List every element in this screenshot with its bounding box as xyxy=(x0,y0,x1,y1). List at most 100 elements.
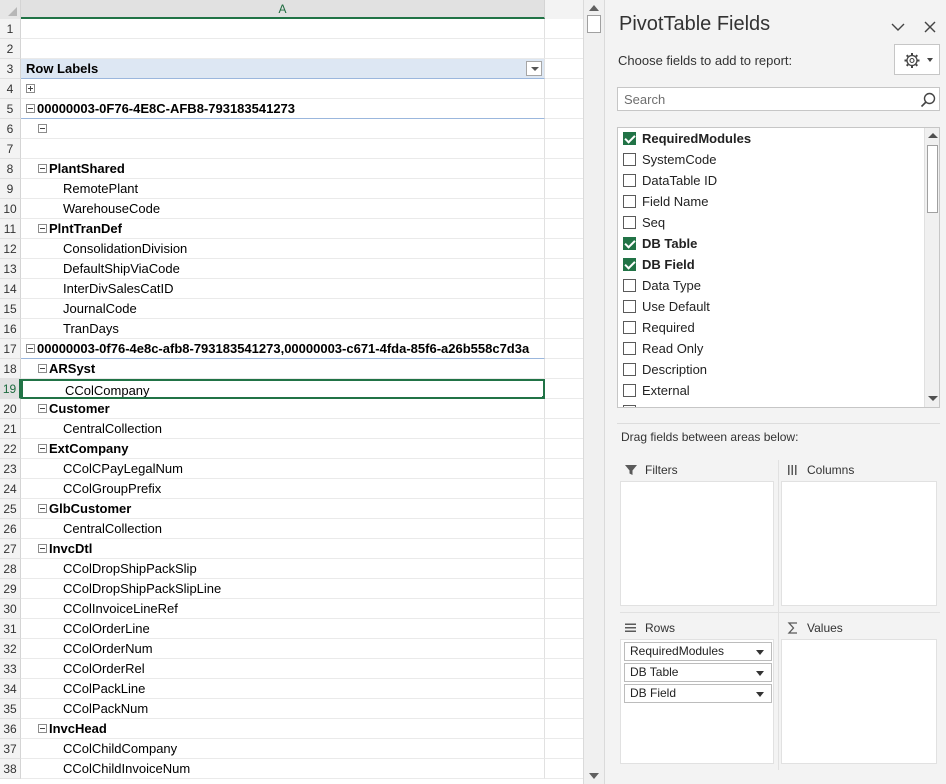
row-number[interactable]: 32 xyxy=(0,639,21,659)
filters-drop-area[interactable] xyxy=(620,481,774,606)
field-item-partial[interactable] xyxy=(618,401,924,407)
row-number[interactable]: 24 xyxy=(0,479,21,499)
field-layout-settings-button[interactable] xyxy=(894,44,940,75)
pivot-module-row[interactable]: 00000003-0f76-4e8c-afb8-793183541273,000… xyxy=(21,339,545,359)
row-field-pill[interactable]: RequiredModules xyxy=(624,642,772,661)
field-item[interactable]: Seq xyxy=(618,212,924,233)
cell-b9[interactable] xyxy=(545,179,583,199)
pivot-table-row[interactable]: PlantShared xyxy=(21,159,545,179)
row-number[interactable]: 11 xyxy=(0,219,21,239)
scroll-up-arrow-icon[interactable] xyxy=(928,132,938,140)
row-number[interactable]: 7 xyxy=(0,139,21,159)
pivot-field-row[interactable]: CColOrderLine xyxy=(21,619,545,639)
rows-drop-area[interactable]: RequiredModules DB Table DB Field xyxy=(620,639,774,764)
cell-b33[interactable] xyxy=(545,659,583,679)
pivot-field-row[interactable]: CColPackLine xyxy=(21,679,545,699)
pivot-table-row[interactable]: InvcDtl xyxy=(21,539,545,559)
row-number[interactable]: 15 xyxy=(0,299,21,319)
checkbox[interactable] xyxy=(623,321,636,334)
cell-b11[interactable] xyxy=(545,219,583,239)
checkbox[interactable] xyxy=(623,258,636,271)
cell-b29[interactable] xyxy=(545,579,583,599)
pane-divider[interactable] xyxy=(617,423,940,424)
active-cell[interactable]: CColCompany xyxy=(21,379,545,399)
checkbox[interactable] xyxy=(623,132,636,145)
pivot-field-row[interactable]: CColGroupPrefix xyxy=(21,479,545,499)
field-item[interactable]: Required xyxy=(618,317,924,338)
close-pane-button[interactable] xyxy=(921,18,939,36)
cell-b38[interactable] xyxy=(545,759,583,779)
row-number[interactable]: 9 xyxy=(0,179,21,199)
cell-b26[interactable] xyxy=(545,519,583,539)
row-number[interactable]: 5 xyxy=(0,99,21,119)
checkbox[interactable] xyxy=(623,237,636,250)
field-item[interactable]: External xyxy=(618,380,924,401)
field-item[interactable]: Read Only xyxy=(618,338,924,359)
row-number[interactable]: 2 xyxy=(0,39,21,59)
checkbox[interactable] xyxy=(623,342,636,355)
pivot-field-row[interactable]: CColChildInvoiceNum xyxy=(21,759,545,779)
row-field-pill[interactable]: DB Field xyxy=(624,684,772,703)
pivot-field-row[interactable] xyxy=(21,139,545,159)
scroll-down-arrow-icon[interactable] xyxy=(928,394,938,402)
cell-b28[interactable] xyxy=(545,559,583,579)
cell-a4[interactable] xyxy=(21,79,545,99)
pivot-table-row[interactable]: ARSyst xyxy=(21,359,545,379)
checkbox[interactable] xyxy=(623,216,636,229)
field-item[interactable]: Use Default xyxy=(618,296,924,317)
cell-b12[interactable] xyxy=(545,239,583,259)
pivot-field-row[interactable]: InterDivSalesCatID xyxy=(21,279,545,299)
cell-b30[interactable] xyxy=(545,599,583,619)
row-number[interactable]: 26 xyxy=(0,519,21,539)
cell-a2[interactable] xyxy=(21,39,545,59)
pivot-field-row[interactable]: CColOrderNum xyxy=(21,639,545,659)
pivot-field-row[interactable]: CColDropShipPackSlip xyxy=(21,559,545,579)
row-number[interactable]: 23 xyxy=(0,459,21,479)
pivot-table-row[interactable]: ExtCompany xyxy=(21,439,545,459)
row-number[interactable]: 6 xyxy=(0,119,21,139)
expand-icon[interactable] xyxy=(26,84,35,94)
collapse-icon[interactable] xyxy=(38,724,47,734)
cell-b15[interactable] xyxy=(545,299,583,319)
pivot-field-row[interactable]: CentralCollection xyxy=(21,519,545,539)
cell-b16[interactable] xyxy=(545,319,583,339)
row-field-pill[interactable]: DB Table xyxy=(624,663,772,682)
cell-a1[interactable] xyxy=(21,19,545,39)
row-number[interactable]: 4 xyxy=(0,79,21,99)
row-number[interactable]: 8 xyxy=(0,159,21,179)
checkbox[interactable] xyxy=(623,405,636,407)
field-list-scrollbar[interactable] xyxy=(924,128,939,407)
collapse-icon[interactable] xyxy=(38,444,47,454)
scroll-up-arrow-icon[interactable] xyxy=(588,2,600,14)
field-item[interactable]: SystemCode xyxy=(618,149,924,170)
row-number[interactable]: 36 xyxy=(0,719,21,739)
cell-b5[interactable] xyxy=(545,99,583,119)
cell-b4[interactable] xyxy=(545,79,583,99)
pivot-field-row[interactable]: CColDropShipPackSlipLine xyxy=(21,579,545,599)
row-number[interactable]: 14 xyxy=(0,279,21,299)
pivot-field-row[interactable]: RemotePlant xyxy=(21,179,545,199)
pivot-field-row[interactable]: WarehouseCode xyxy=(21,199,545,219)
cell-b27[interactable] xyxy=(545,539,583,559)
cell-b1[interactable] xyxy=(545,19,583,39)
row-number[interactable]: 31 xyxy=(0,619,21,639)
scroll-down-arrow-icon[interactable] xyxy=(588,770,600,782)
scroll-thumb[interactable] xyxy=(927,145,938,213)
checkbox[interactable] xyxy=(623,363,636,376)
cell-b8[interactable] xyxy=(545,159,583,179)
row-number[interactable]: 35 xyxy=(0,699,21,719)
row-number[interactable]: 30 xyxy=(0,599,21,619)
collapse-icon[interactable] xyxy=(38,364,47,374)
cell-b19[interactable] xyxy=(545,379,583,399)
row-number[interactable]: 27 xyxy=(0,539,21,559)
cell-b34[interactable] xyxy=(545,679,583,699)
pivot-field-row[interactable]: TranDays xyxy=(21,319,545,339)
field-item[interactable]: Description xyxy=(618,359,924,380)
cell-b23[interactable] xyxy=(545,459,583,479)
row-number[interactable]: 38 xyxy=(0,759,21,779)
row-number[interactable]: 21 xyxy=(0,419,21,439)
collapse-icon[interactable] xyxy=(38,544,47,554)
pivot-field-row[interactable]: JournalCode xyxy=(21,299,545,319)
cell-b7[interactable] xyxy=(545,139,583,159)
cell-b3[interactable] xyxy=(545,59,583,79)
